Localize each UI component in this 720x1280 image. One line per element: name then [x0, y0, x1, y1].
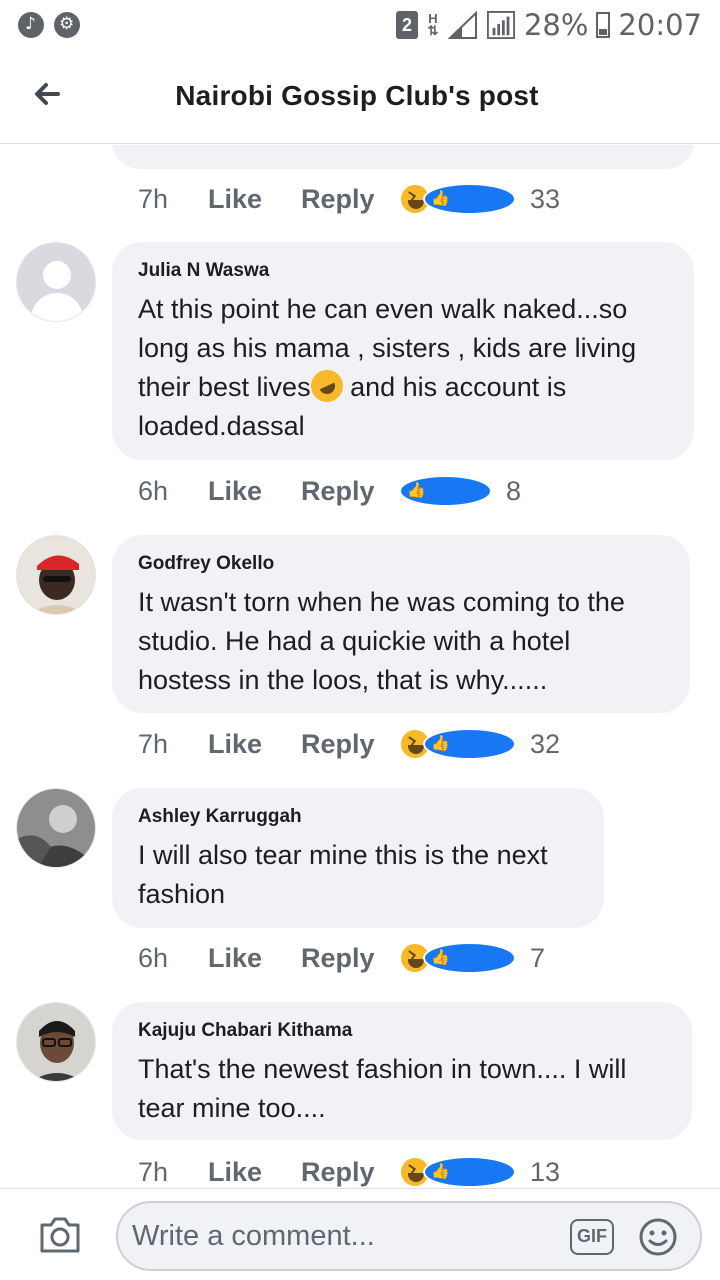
clock: 20:07: [618, 8, 702, 42]
avatar[interactable]: [16, 788, 96, 868]
signal-strength-icon: [447, 11, 477, 39]
like-reaction-icon: [423, 728, 516, 760]
comment-author[interactable]: Julia N Waswa: [138, 260, 668, 282]
like-button[interactable]: Like: [208, 184, 301, 215]
comment-time: 7h: [138, 728, 169, 759]
reaction-summary[interactable]: 13: [399, 1156, 560, 1188]
sim-slot-badge: 2: [395, 11, 418, 39]
post-header: Nairobi Gossip Club's post: [0, 52, 720, 144]
avatar-placeholder[interactable]: [16, 242, 96, 322]
reply-button[interactable]: Reply: [301, 729, 399, 760]
status-bar: 2 H⇅ 28% 20:07: [0, 0, 720, 52]
page-title: Nairobi Gossip Club's post: [175, 80, 539, 111]
avatar[interactable]: [16, 535, 96, 615]
like-button[interactable]: Like: [208, 476, 301, 507]
rofl-emoji-icon: [305, 364, 348, 408]
comment-time: 7h: [138, 183, 169, 214]
comment-bubble[interactable]: Julia N Waswa At this point he can even …: [112, 242, 694, 460]
battery-icon: [596, 12, 611, 38]
comments-list[interactable]: 7h Like Reply 33 Julia N Waswa At this p…: [0, 145, 720, 1188]
signal-strength-icon-2: [486, 11, 515, 39]
comment-text: At this point he can even walk naked...s…: [138, 294, 637, 441]
reaction-count: 7: [530, 942, 546, 973]
reaction-count: 32: [530, 728, 561, 759]
comment-actions: 6h Like Reply 7: [138, 938, 545, 978]
like-button[interactable]: Like: [208, 943, 301, 974]
reaction-summary[interactable]: 32: [399, 728, 560, 760]
reaction-count: 8: [506, 475, 522, 506]
comment-bubble[interactable]: Ashley Karruggah I will also tear mine t…: [112, 788, 604, 928]
comment-actions: 6h Like Reply 8: [138, 471, 521, 511]
like-button[interactable]: Like: [208, 1157, 301, 1188]
comment-actions: 7h Like Reply 32: [138, 724, 560, 764]
camera-icon[interactable]: [38, 1215, 82, 1255]
network-type-label: H ⇅: [427, 11, 439, 38]
comment-placeholder: Write a comment...: [132, 1220, 375, 1252]
reply-button[interactable]: Reply: [301, 184, 399, 215]
comment-text: I will also tear mine this is the next f…: [138, 840, 548, 909]
like-reaction-icon: [423, 942, 516, 974]
comment-text: It wasn't torn when he was coming to the…: [138, 587, 625, 695]
comment-author[interactable]: Kajuju Chabari Kithama: [138, 1020, 666, 1042]
comment-time: 6h: [138, 942, 169, 973]
reaction-count: 13: [530, 1156, 561, 1187]
battery-percent: 28%: [523, 8, 589, 42]
previous-comment-actions: 7h Like Reply 33: [138, 179, 560, 219]
reaction-summary[interactable]: 7: [399, 942, 545, 974]
comment-actions: 7h Like Reply 13: [138, 1152, 560, 1188]
settings-notification-icon: [54, 12, 80, 38]
like-button[interactable]: Like: [208, 729, 301, 760]
reaction-summary[interactable]: 8: [399, 475, 521, 507]
gif-icon[interactable]: GIF: [570, 1219, 614, 1255]
comment-bubble[interactable]: Godfrey Okello It wasn't torn when he wa…: [112, 535, 690, 713]
reaction-summary[interactable]: 33: [399, 183, 560, 215]
reply-button[interactable]: Reply: [301, 943, 399, 974]
like-reaction-icon: [423, 183, 516, 215]
comment-author[interactable]: Ashley Karruggah: [138, 806, 578, 828]
comment-time: 6h: [138, 475, 169, 506]
music-notification-icon: [18, 12, 44, 38]
like-reaction-icon: [399, 475, 492, 507]
comment-text: That's the newest fashion in town.... I …: [138, 1054, 627, 1123]
comment-time: 7h: [138, 1156, 169, 1187]
emoji-icon[interactable]: [638, 1217, 678, 1257]
comment-input[interactable]: Write a comment... GIF: [116, 1201, 702, 1271]
reaction-count: 33: [530, 183, 561, 214]
avatar[interactable]: [16, 1002, 96, 1082]
reply-button[interactable]: Reply: [301, 476, 399, 507]
comment-composer: Write a comment... GIF: [0, 1188, 720, 1280]
comment-bubble[interactable]: Kajuju Chabari Kithama That's the newest…: [112, 1002, 692, 1140]
previous-comment-bubble: [112, 145, 694, 169]
reply-button[interactable]: Reply: [301, 1157, 399, 1188]
comment-author[interactable]: Godfrey Okello: [138, 553, 664, 575]
like-reaction-icon: [423, 1156, 516, 1188]
